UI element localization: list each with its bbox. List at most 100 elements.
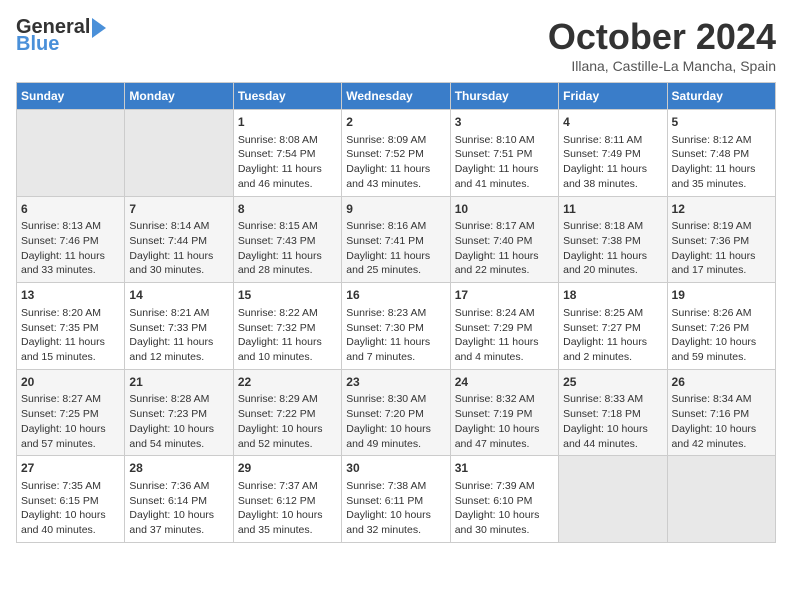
- calendar-cell: 30 Sunrise: 7:38 AM Sunset: 6:11 PM Dayli…: [342, 456, 450, 543]
- calendar-cell: 28 Sunrise: 7:36 AM Sunset: 6:14 PM Dayli…: [125, 456, 233, 543]
- title-block: October 2024 Illana, Castille-La Mancha,…: [548, 16, 776, 74]
- calendar-cell: 6Sunrise: 8:13 AM Sunset: 7:46 PM Daylig…: [17, 196, 125, 283]
- day-number: 22: [238, 374, 337, 391]
- day-number: 30: [346, 460, 445, 477]
- day-number: 5: [672, 114, 771, 131]
- header-row: SundayMondayTuesdayWednesdayThursdayFrid…: [17, 83, 776, 110]
- calendar-cell: 11Sunrise: 8:18 AM Sunset: 7:38 PM Dayli…: [559, 196, 667, 283]
- day-info: Sunrise: 8:34 AM Sunset: 7:16 PM Dayligh…: [672, 392, 771, 451]
- day-info: Sunrise: 8:21 AM Sunset: 7:33 PM Dayligh…: [129, 306, 228, 365]
- page-header: General Blue October 2024 Illana, Castil…: [16, 16, 776, 74]
- calendar-cell: 22Sunrise: 8:29 AM Sunset: 7:22 PM Dayli…: [233, 369, 341, 456]
- day-info: Sunrise: 8:13 AM Sunset: 7:46 PM Dayligh…: [21, 219, 120, 278]
- day-info: Sunrise: 8:20 AM Sunset: 7:35 PM Dayligh…: [21, 306, 120, 365]
- calendar-cell: 18 Sunrise: 8:25 AM Sunset: 7:27 PM Dayli…: [559, 283, 667, 370]
- calendar-cell: 29 Sunrise: 7:37 AM Sunset: 6:12 PM Dayli…: [233, 456, 341, 543]
- calendar-cell: 9Sunrise: 8:16 AM Sunset: 7:41 PM Daylig…: [342, 196, 450, 283]
- day-number: 31: [455, 460, 554, 477]
- logo-blue-text: Blue: [16, 33, 59, 56]
- day-info: Sunrise: 8:27 AM Sunset: 7:25 PM Dayligh…: [21, 392, 120, 451]
- day-number: 3: [455, 114, 554, 131]
- day-number: 28: [129, 460, 228, 477]
- day-number: 25: [563, 374, 662, 391]
- calendar-cell: 25Sunrise: 8:33 AM Sunset: 7:18 PM Dayli…: [559, 369, 667, 456]
- calendar-table: SundayMondayTuesdayWednesdayThursdayFrid…: [16, 82, 776, 543]
- day-number: 20: [21, 374, 120, 391]
- day-info: Sunrise: 7:38 AM Sunset: 6:11 PM Dayligh…: [346, 479, 445, 538]
- calendar-cell: [559, 456, 667, 543]
- day-info: Sunrise: 8:11 AM Sunset: 7:49 PM Dayligh…: [563, 133, 662, 192]
- calendar-cell: 14 Sunrise: 8:21 AM Sunset: 7:33 PM Dayli…: [125, 283, 233, 370]
- week-row-3: 13Sunrise: 8:20 AM Sunset: 7:35 PM Dayli…: [17, 283, 776, 370]
- day-number: 1: [238, 114, 337, 131]
- day-info: Sunrise: 8:30 AM Sunset: 7:20 PM Dayligh…: [346, 392, 445, 451]
- day-info: Sunrise: 8:33 AM Sunset: 7:18 PM Dayligh…: [563, 392, 662, 451]
- calendar-cell: 24Sunrise: 8:32 AM Sunset: 7:19 PM Dayli…: [450, 369, 558, 456]
- calendar-cell: 20Sunrise: 8:27 AM Sunset: 7:25 PM Dayli…: [17, 369, 125, 456]
- calendar-cell: 2 Sunrise: 8:09 AM Sunset: 7:52 PM Daylig…: [342, 110, 450, 197]
- day-info: Sunrise: 7:35 AM Sunset: 6:15 PM Dayligh…: [21, 479, 120, 538]
- calendar-cell: 10Sunrise: 8:17 AM Sunset: 7:40 PM Dayli…: [450, 196, 558, 283]
- calendar-cell: 12Sunrise: 8:19 AM Sunset: 7:36 PM Dayli…: [667, 196, 775, 283]
- calendar-cell: 27Sunrise: 7:35 AM Sunset: 6:15 PM Dayli…: [17, 456, 125, 543]
- calendar-cell: 13Sunrise: 8:20 AM Sunset: 7:35 PM Dayli…: [17, 283, 125, 370]
- day-number: 8: [238, 201, 337, 218]
- day-number: 15: [238, 287, 337, 304]
- day-info: Sunrise: 7:39 AM Sunset: 6:10 PM Dayligh…: [455, 479, 554, 538]
- week-row-1: 1Sunrise: 8:08 AM Sunset: 7:54 PM Daylig…: [17, 110, 776, 197]
- day-number: 24: [455, 374, 554, 391]
- calendar-cell: 5 Sunrise: 8:12 AM Sunset: 7:48 PM Daylig…: [667, 110, 775, 197]
- calendar-cell: 4 Sunrise: 8:11 AM Sunset: 7:49 PM Daylig…: [559, 110, 667, 197]
- week-row-5: 27Sunrise: 7:35 AM Sunset: 6:15 PM Dayli…: [17, 456, 776, 543]
- calendar-cell: 23Sunrise: 8:30 AM Sunset: 7:20 PM Dayli…: [342, 369, 450, 456]
- day-info: Sunrise: 8:23 AM Sunset: 7:30 PM Dayligh…: [346, 306, 445, 365]
- day-header-wednesday: Wednesday: [342, 83, 450, 110]
- day-info: Sunrise: 8:24 AM Sunset: 7:29 PM Dayligh…: [455, 306, 554, 365]
- calendar-cell: 7Sunrise: 8:14 AM Sunset: 7:44 PM Daylig…: [125, 196, 233, 283]
- calendar-cell: 26Sunrise: 8:34 AM Sunset: 7:16 PM Dayli…: [667, 369, 775, 456]
- logo-arrow-icon: [92, 18, 106, 38]
- day-header-friday: Friday: [559, 83, 667, 110]
- day-info: Sunrise: 8:15 AM Sunset: 7:43 PM Dayligh…: [238, 219, 337, 278]
- day-info: Sunrise: 7:37 AM Sunset: 6:12 PM Dayligh…: [238, 479, 337, 538]
- day-info: Sunrise: 8:10 AM Sunset: 7:51 PM Dayligh…: [455, 133, 554, 192]
- calendar-cell: [667, 456, 775, 543]
- day-number: 7: [129, 201, 228, 218]
- day-number: 21: [129, 374, 228, 391]
- location-text: Illana, Castille-La Mancha, Spain: [548, 58, 776, 74]
- day-number: 18: [563, 287, 662, 304]
- day-info: Sunrise: 8:22 AM Sunset: 7:32 PM Dayligh…: [238, 306, 337, 365]
- calendar-cell: 17 Sunrise: 8:24 AM Sunset: 7:29 PM Dayli…: [450, 283, 558, 370]
- day-header-sunday: Sunday: [17, 83, 125, 110]
- day-number: 14: [129, 287, 228, 304]
- month-title: October 2024: [548, 16, 776, 58]
- day-number: 12: [672, 201, 771, 218]
- calendar-cell: 1Sunrise: 8:08 AM Sunset: 7:54 PM Daylig…: [233, 110, 341, 197]
- calendar-cell: 19Sunrise: 8:26 AM Sunset: 7:26 PM Dayli…: [667, 283, 775, 370]
- day-number: 10: [455, 201, 554, 218]
- day-number: 2: [346, 114, 445, 131]
- day-info: Sunrise: 8:25 AM Sunset: 7:27 PM Dayligh…: [563, 306, 662, 365]
- day-info: Sunrise: 8:18 AM Sunset: 7:38 PM Dayligh…: [563, 219, 662, 278]
- calendar-cell: 21Sunrise: 8:28 AM Sunset: 7:23 PM Dayli…: [125, 369, 233, 456]
- day-number: 4: [563, 114, 662, 131]
- calendar-cell: 15 Sunrise: 8:22 AM Sunset: 7:32 PM Dayli…: [233, 283, 341, 370]
- day-info: Sunrise: 8:17 AM Sunset: 7:40 PM Dayligh…: [455, 219, 554, 278]
- day-info: Sunrise: 8:32 AM Sunset: 7:19 PM Dayligh…: [455, 392, 554, 451]
- day-number: 11: [563, 201, 662, 218]
- week-row-2: 6Sunrise: 8:13 AM Sunset: 7:46 PM Daylig…: [17, 196, 776, 283]
- day-info: Sunrise: 7:36 AM Sunset: 6:14 PM Dayligh…: [129, 479, 228, 538]
- day-info: Sunrise: 8:12 AM Sunset: 7:48 PM Dayligh…: [672, 133, 771, 192]
- day-info: Sunrise: 8:09 AM Sunset: 7:52 PM Dayligh…: [346, 133, 445, 192]
- day-header-saturday: Saturday: [667, 83, 775, 110]
- day-header-tuesday: Tuesday: [233, 83, 341, 110]
- day-info: Sunrise: 8:19 AM Sunset: 7:36 PM Dayligh…: [672, 219, 771, 278]
- day-number: 29: [238, 460, 337, 477]
- week-row-4: 20Sunrise: 8:27 AM Sunset: 7:25 PM Dayli…: [17, 369, 776, 456]
- day-info: Sunrise: 8:26 AM Sunset: 7:26 PM Dayligh…: [672, 306, 771, 365]
- day-header-thursday: Thursday: [450, 83, 558, 110]
- day-number: 26: [672, 374, 771, 391]
- calendar-cell: 3 Sunrise: 8:10 AM Sunset: 7:51 PM Daylig…: [450, 110, 558, 197]
- day-number: 17: [455, 287, 554, 304]
- calendar-cell: [125, 110, 233, 197]
